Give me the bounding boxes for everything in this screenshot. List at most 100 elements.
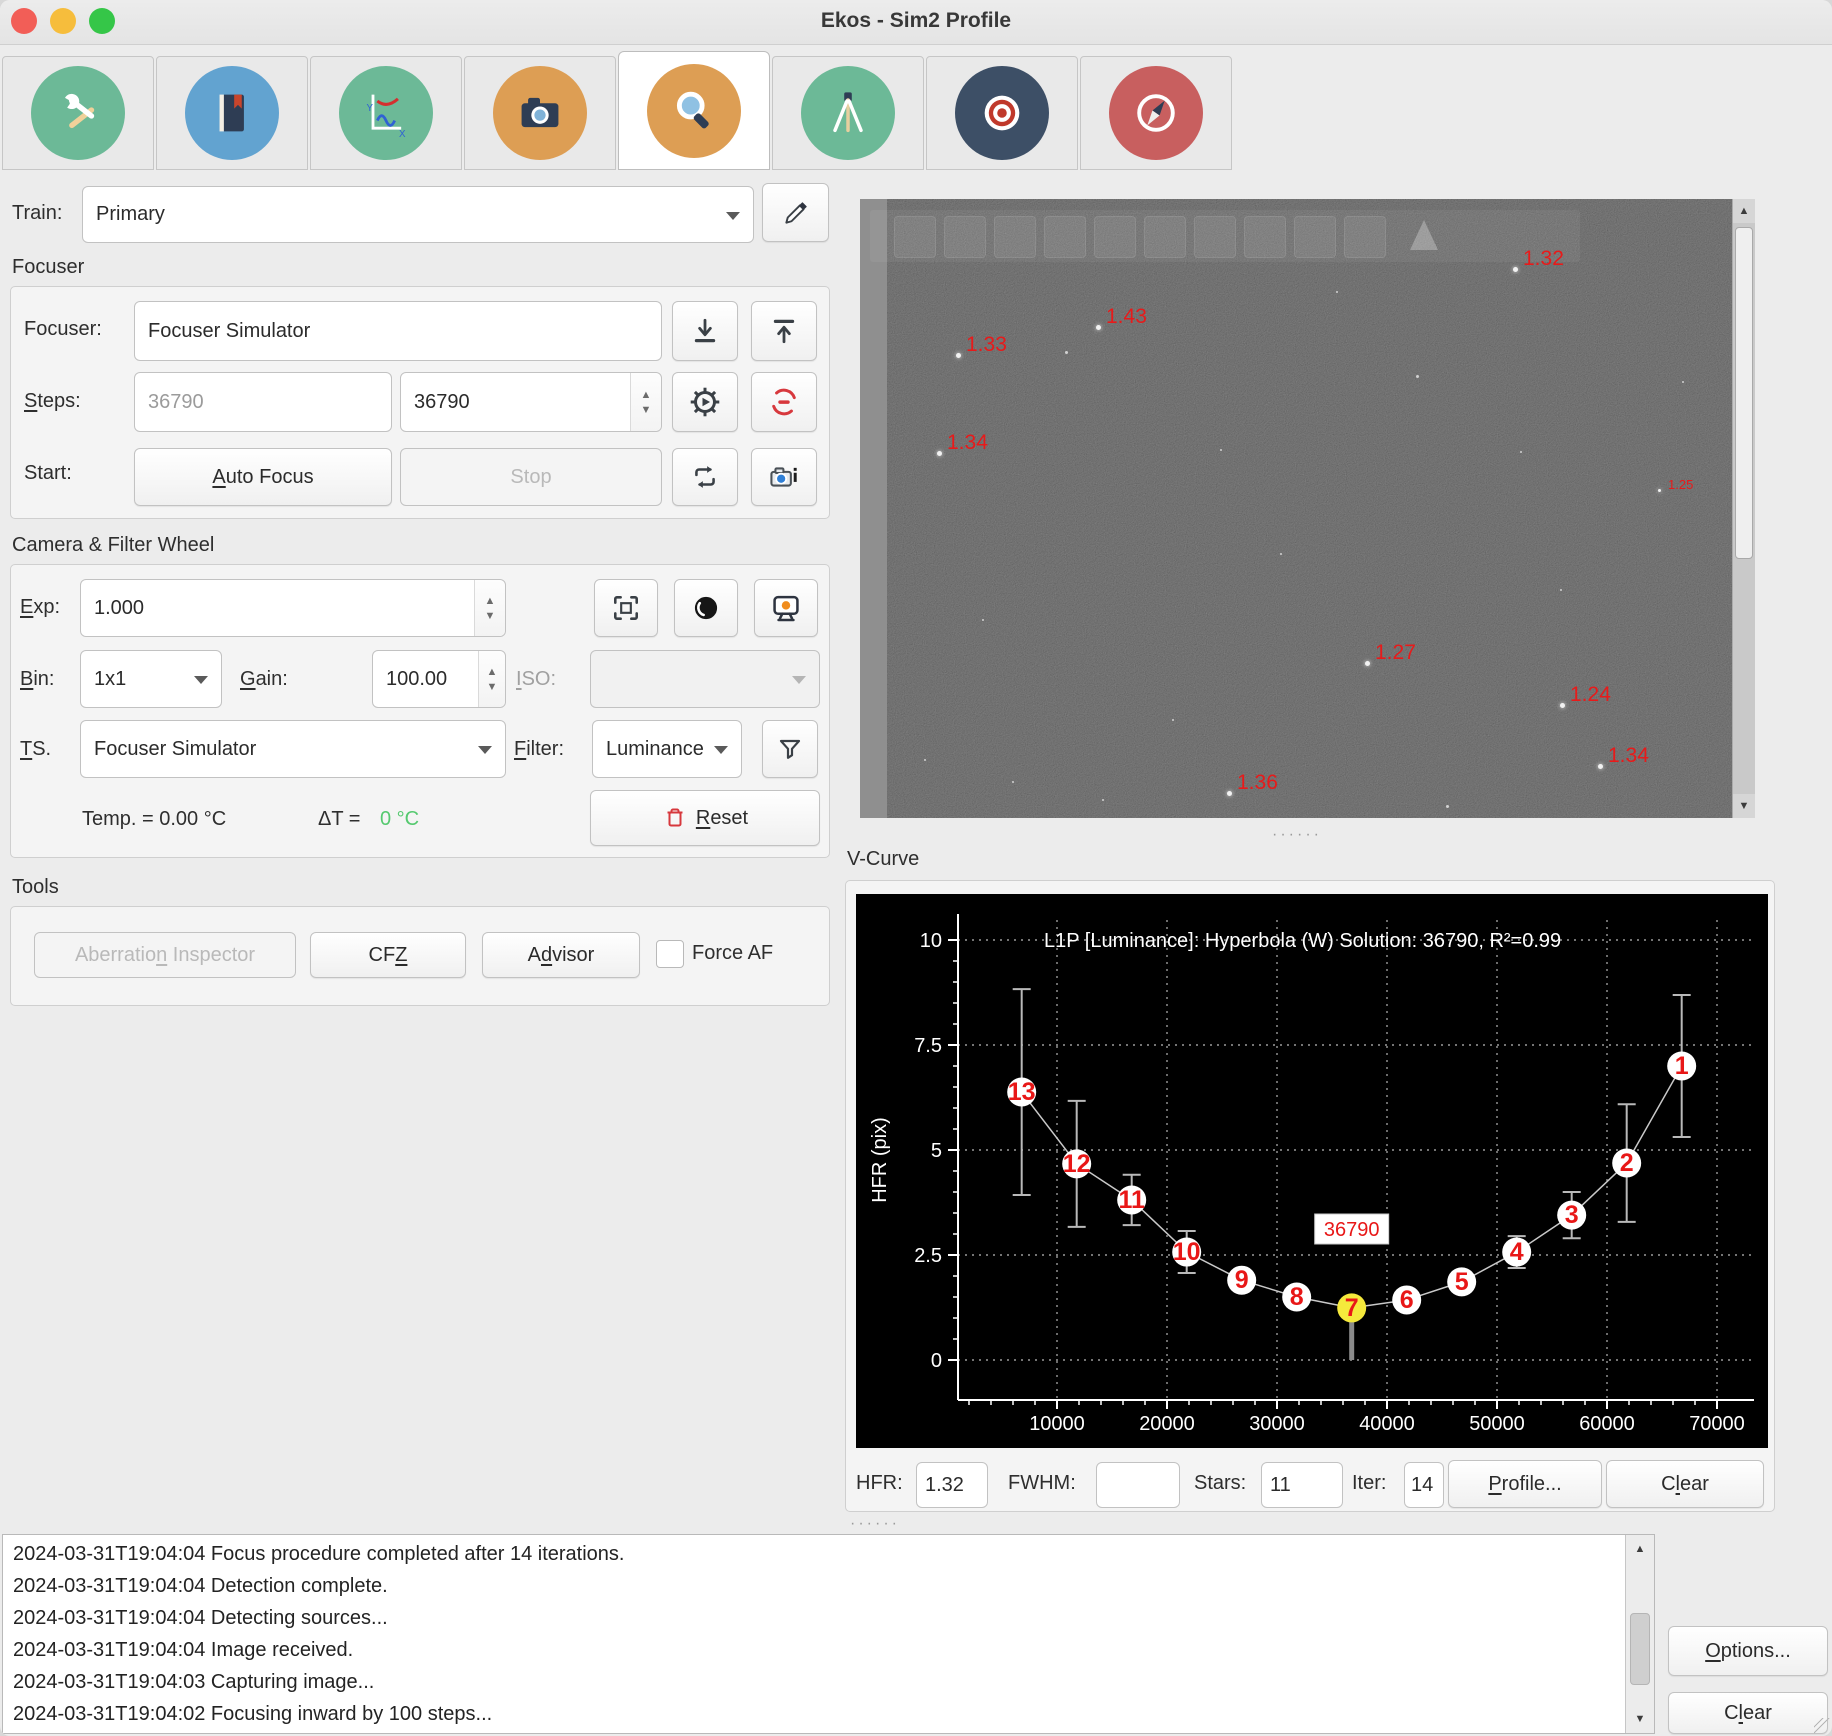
hfr-label: HFR: xyxy=(856,1472,903,1495)
starfield-image xyxy=(860,199,1755,818)
advisor-button[interactable]: Advisor xyxy=(482,932,640,978)
reset-button[interactable]: Reset xyxy=(590,790,820,846)
focus-image-view[interactable]: 1.321.431.331.341.251.271.241.341.36 ▲ ▼ xyxy=(860,199,1755,818)
tab-capture[interactable] xyxy=(464,56,616,170)
scroll-up-icon[interactable]: ▲ xyxy=(1626,1537,1654,1561)
loop-capture-button[interactable] xyxy=(672,448,738,506)
tab-analyze[interactable]: YX xyxy=(310,56,462,170)
scrollbar-thumb[interactable] xyxy=(1735,227,1753,559)
stop-focuser-button[interactable] xyxy=(751,372,817,432)
chevron-down-icon xyxy=(726,212,740,220)
spin-up-icon[interactable]: ▲ xyxy=(487,666,498,678)
tab-guide[interactable] xyxy=(926,56,1078,170)
svg-text:X: X xyxy=(399,129,406,139)
go-to-position-button[interactable] xyxy=(672,372,738,432)
focuser-device-value: Focuser Simulator xyxy=(148,320,310,343)
focuser-device-label: Focuser: xyxy=(24,318,102,341)
spin-up-icon[interactable]: ▲ xyxy=(641,389,652,401)
force-af-checkbox[interactable] xyxy=(656,940,684,968)
edit-train-button[interactable] xyxy=(762,183,829,242)
focus-out-button[interactable] xyxy=(751,301,817,361)
full-frame-icon xyxy=(611,593,641,623)
svg-text:7.5: 7.5 xyxy=(914,1035,942,1057)
telescope-select[interactable]: Focuser Simulator xyxy=(80,720,506,778)
profile-button[interactable]: Profile... xyxy=(1448,1460,1602,1508)
svg-text:13: 13 xyxy=(1008,1078,1036,1106)
spin-down-icon[interactable]: ▼ xyxy=(641,404,652,416)
chevron-down-icon xyxy=(478,746,492,754)
scrollbar-thumb[interactable] xyxy=(1630,1613,1650,1685)
star xyxy=(937,451,942,456)
focus-in-button[interactable] xyxy=(672,301,738,361)
spinner[interactable]: ▲▼ xyxy=(478,651,505,707)
filter-settings-button[interactable] xyxy=(762,720,818,778)
binning-label: Bin: xyxy=(20,668,54,691)
log-clear-button[interactable]: Clear xyxy=(1668,1692,1828,1734)
mount-icon xyxy=(801,66,895,160)
trash-icon xyxy=(662,805,688,831)
splitter-handle[interactable]: ······ xyxy=(850,1515,900,1533)
exposure-spinbox[interactable]: 1.000 ▲▼ xyxy=(80,579,506,637)
star xyxy=(1096,325,1101,330)
chevron-down-icon xyxy=(714,746,728,754)
log-line: 2024-03-31T19:04:04 Detecting sources... xyxy=(13,1607,388,1630)
fits-toolbar-overlay xyxy=(870,210,1580,262)
log-scrollbar[interactable]: ▲ ▼ xyxy=(1625,1535,1654,1733)
svg-text:60000: 60000 xyxy=(1579,1413,1635,1435)
telescope-label: TS. xyxy=(20,738,51,761)
abort-minus-circle-icon xyxy=(768,386,800,418)
profile-label: Profile... xyxy=(1488,1473,1561,1496)
spin-down-icon[interactable]: ▼ xyxy=(487,681,498,693)
scroll-up-icon[interactable]: ▲ xyxy=(1733,199,1755,223)
star xyxy=(1172,719,1174,721)
filter-select[interactable]: Luminance xyxy=(592,720,742,778)
splitter-handle[interactable]: ······ xyxy=(1272,826,1322,844)
steps-label: Steps: xyxy=(24,390,81,413)
full-frame-button[interactable] xyxy=(594,579,658,637)
star-hfr-label: 1.25 xyxy=(1668,477,1693,492)
vcurve-clear-button[interactable]: Clear xyxy=(1606,1460,1764,1508)
steps-target-spinbox[interactable]: 36790 ▲▼ xyxy=(400,372,662,432)
focus-icon xyxy=(647,64,741,158)
tab-align[interactable] xyxy=(1080,56,1232,170)
star xyxy=(1416,375,1419,378)
cfz-label: CFZ xyxy=(369,944,408,967)
cfz-button[interactable]: CFZ xyxy=(310,932,466,978)
force-af-label: Force AF xyxy=(692,942,773,965)
svg-text:6: 6 xyxy=(1400,1286,1414,1314)
spin-down-icon[interactable]: ▼ xyxy=(485,610,496,622)
tab-setup[interactable] xyxy=(2,56,154,170)
focuser-device-field[interactable]: Focuser Simulator xyxy=(134,301,662,361)
live-video-button[interactable] xyxy=(754,579,818,637)
star-hfr-label: 1.33 xyxy=(966,333,1007,357)
vcurve-chart[interactable]: 02.557.510100002000030000400005000060000… xyxy=(856,894,1768,1448)
tab-focus[interactable] xyxy=(618,51,770,170)
steps-current-field: 36790 xyxy=(134,372,392,432)
binning-select[interactable]: 1x1 xyxy=(80,650,222,708)
binning-value: 1x1 xyxy=(94,668,126,691)
svg-text:10000: 10000 xyxy=(1029,1413,1085,1435)
tab-mount[interactable] xyxy=(772,56,924,170)
ghost-toolbar-icon xyxy=(1194,216,1236,258)
filter-value: Luminance xyxy=(606,738,704,761)
show-annotations-toggle[interactable] xyxy=(674,579,738,637)
module-tab-bar: YX xyxy=(0,45,1832,171)
window-title: Ekos - Sim2 Profile xyxy=(0,9,1832,33)
log-options-button[interactable]: Options... xyxy=(1668,1626,1828,1676)
resize-grip[interactable] xyxy=(1814,1718,1830,1734)
star xyxy=(1560,703,1565,708)
spinner[interactable]: ▲▼ xyxy=(474,580,505,636)
iter-label: Iter: xyxy=(1352,1472,1386,1495)
scroll-down-icon[interactable]: ▼ xyxy=(1626,1707,1654,1731)
tab-scheduler[interactable] xyxy=(156,56,308,170)
spinner[interactable]: ▲▼ xyxy=(630,373,661,431)
auto-focus-button[interactable]: Auto Focus xyxy=(134,448,392,506)
capture-image-button[interactable] xyxy=(751,448,817,506)
train-select[interactable]: Primary xyxy=(82,186,754,243)
focuser-group-title: Focuser xyxy=(12,256,84,279)
spin-up-icon[interactable]: ▲ xyxy=(485,595,496,607)
gain-spinbox[interactable]: 100.00 ▲▼ xyxy=(372,650,506,708)
scroll-down-icon[interactable]: ▼ xyxy=(1733,794,1755,818)
image-scrollbar[interactable]: ▲ ▼ xyxy=(1732,199,1755,818)
log-view[interactable]: 2024-03-31T19:04:04 Focus procedure comp… xyxy=(2,1534,1655,1734)
